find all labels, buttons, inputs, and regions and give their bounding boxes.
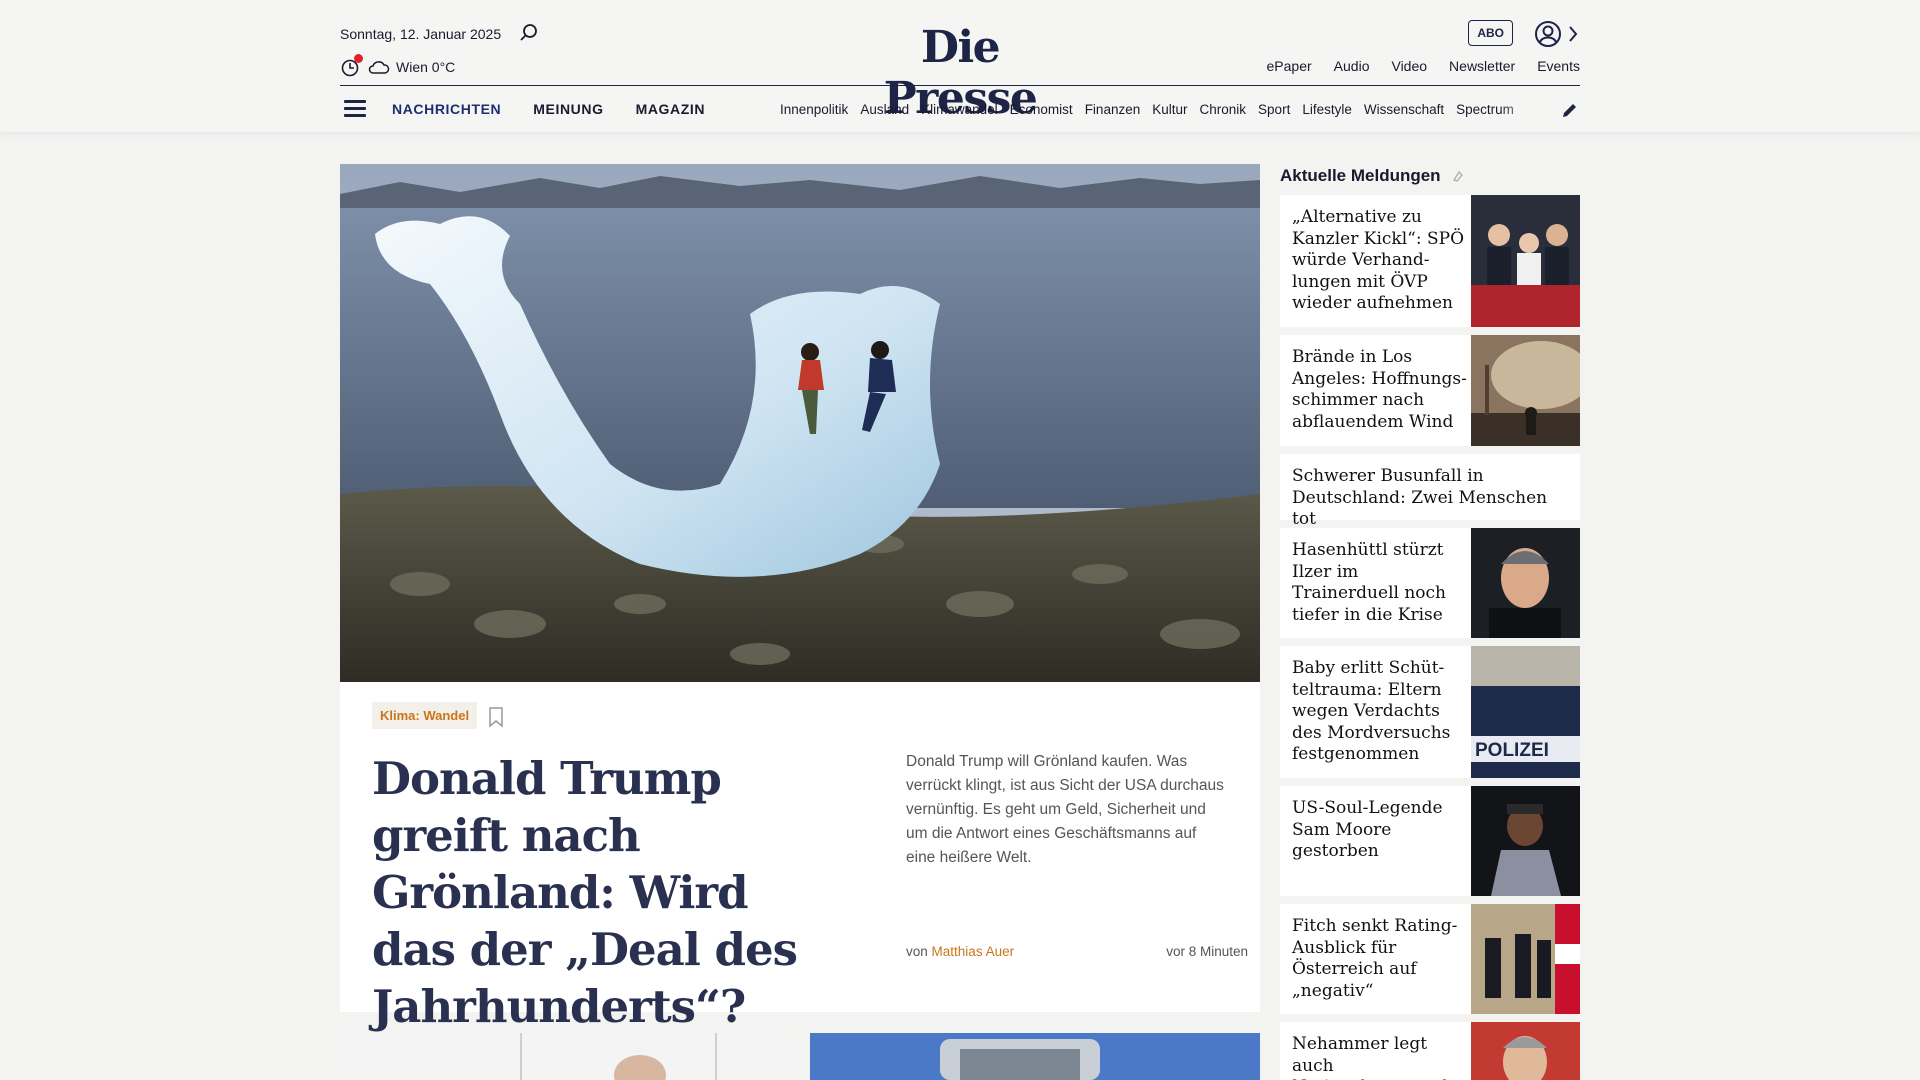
nav-nachrichten[interactable]: NACHRICHTEN <box>392 101 501 117</box>
hero-headline[interactable]: Donald Trump greift nach Grönland: Wird … <box>372 750 812 1035</box>
sidebar-title-text: Aktuelle Meldungen <box>1280 166 1441 185</box>
news-item-text: Fitch senkt Rating-Ausblick für Österrei… <box>1292 916 1458 1001</box>
nav-magazin[interactable]: MAGAZIN <box>636 101 706 117</box>
news-item-text: Hasenhüttl stürzt Ilzer im Trainerduell … <box>1292 540 1446 625</box>
sub-nav: Innenpolitik Ausland Klimawandel Economi… <box>780 102 1540 117</box>
teaser-image-right[interactable] <box>810 1033 1260 1080</box>
news-item-text: „Alternative zu Kanzler Kickl“: SPÖ würd… <box>1292 207 1465 313</box>
live-ticker-icon <box>1453 171 1464 182</box>
byline: von Matthias Auer <box>906 944 1014 959</box>
news-item[interactable]: Hasenhüttl stürzt Ilzer im Trainerduell … <box>1280 528 1580 638</box>
weather-widget[interactable]: Wien 0°C <box>340 54 456 78</box>
subnav-innenpolitik[interactable]: Innenpolitik <box>780 102 848 117</box>
cloud-icon <box>368 61 390 74</box>
link-newsletter[interactable]: Newsletter <box>1449 58 1515 74</box>
news-item[interactable]: Nehammer legt auch Nationalratsmandat <box>1280 1022 1580 1080</box>
subnav-economist[interactable]: Economist <box>1010 102 1073 117</box>
iceberg-photo <box>340 164 1260 682</box>
bookmark-icon[interactable] <box>488 706 504 728</box>
weather-label: Wien 0°C <box>396 59 456 75</box>
polizei-text: POLIZEI <box>1475 740 1549 761</box>
sidebar-title: Aktuelle Meldungen <box>1280 166 1465 186</box>
news-thumbnail <box>1471 528 1580 638</box>
link-video[interactable]: Video <box>1391 58 1427 74</box>
news-item[interactable]: „Alternative zu Kanzler Kickl“: SPÖ würd… <box>1280 195 1580 327</box>
pencil-icon[interactable] <box>1560 100 1580 120</box>
link-events[interactable]: Events <box>1537 58 1580 74</box>
time-ago: vor 8 Minuten <box>1166 944 1248 959</box>
news-thumbnail <box>1471 786 1580 896</box>
current-date: Sonntag, 12. Januar 2025 <box>340 26 502 42</box>
subnav-finanzen[interactable]: Finanzen <box>1085 102 1141 117</box>
news-item-text: Brände in Los Angeles: Hoffnungs­schimme… <box>1292 347 1467 432</box>
header-divider <box>340 85 1580 86</box>
news-thumbnail: POLIZEI <box>1471 646 1580 778</box>
news-item[interactable]: US-Soul-Legende Sam Moore gestorben <box>1280 786 1580 896</box>
news-item-text: Nehammer legt auch Nationalratsmandat <box>1292 1034 1465 1080</box>
news-thumbnail <box>1471 335 1580 446</box>
news-item-text: Baby erlitt Schüt­teltrauma: Eltern wege… <box>1292 658 1451 764</box>
subnav-ausland[interactable]: Ausland <box>860 102 909 117</box>
hero-article-card: Klima: Wandel Donald Trump greift nach G… <box>340 682 1260 1033</box>
subnav-fade <box>1500 96 1540 126</box>
hero-teaser: Donald Trump will Grönland kaufen. Was v… <box>906 753 1224 866</box>
news-item[interactable]: Brände in Los Angeles: Hoffnungs­schimme… <box>1280 335 1580 446</box>
link-audio[interactable]: Audio <box>1334 58 1370 74</box>
news-thumbnail <box>1471 904 1580 1014</box>
subnav-lifestyle[interactable]: Lifestyle <box>1302 102 1352 117</box>
subnav-sport[interactable]: Sport <box>1258 102 1290 117</box>
user-account-icon[interactable] <box>1534 20 1562 48</box>
teaser-image-left[interactable] <box>340 1033 790 1080</box>
news-item[interactable]: Baby erlitt Schüt­teltrauma: Eltern wege… <box>1280 646 1580 778</box>
subnav-chronik[interactable]: Chronik <box>1200 102 1247 117</box>
category-tag[interactable]: Klima: Wandel <box>372 702 478 729</box>
news-item[interactable]: Fitch senkt Rating-Ausblick für Österrei… <box>1280 904 1580 1014</box>
subnav-wissenschaft[interactable]: Wissenschaft <box>1364 102 1444 117</box>
hero-image[interactable] <box>340 164 1260 682</box>
news-item-text: Schwerer Busunfall in Deutschland: Zwei … <box>1292 466 1548 529</box>
news-thumbnail <box>1471 1022 1580 1080</box>
subnav-klimawandel[interactable]: Klimawandel <box>921 102 998 117</box>
news-item[interactable]: Schwerer Busunfall in Deutschland: Zwei … <box>1280 454 1580 529</box>
author-link[interactable]: Matthias Auer <box>932 944 1015 959</box>
byline-prefix: von <box>906 944 928 959</box>
hamburger-menu-icon[interactable] <box>344 100 366 118</box>
chevron-right-icon[interactable] <box>1566 22 1580 46</box>
search-icon[interactable] <box>518 22 540 44</box>
header-inner: Sonntag, 12. Januar 2025 Wien 0°C Die Pr… <box>340 0 1580 132</box>
clock-icon <box>340 54 363 78</box>
main-nav: NACHRICHTEN MEINUNG MAGAZIN <box>392 101 705 117</box>
subnav-kultur[interactable]: Kultur <box>1152 102 1187 117</box>
site-header: Sonntag, 12. Januar 2025 Wien 0°C Die Pr… <box>0 0 1920 132</box>
nav-meinung[interactable]: MEINUNG <box>533 101 603 117</box>
news-thumbnail <box>1471 195 1580 327</box>
top-links: ePaper Audio Video Newsletter Events <box>1267 58 1580 74</box>
link-epaper[interactable]: ePaper <box>1267 58 1312 74</box>
abo-button[interactable]: ABO <box>1468 20 1513 46</box>
news-item-text: US-Soul-Legende Sam Moore gestorben <box>1292 798 1443 861</box>
notification-dot <box>354 54 363 63</box>
